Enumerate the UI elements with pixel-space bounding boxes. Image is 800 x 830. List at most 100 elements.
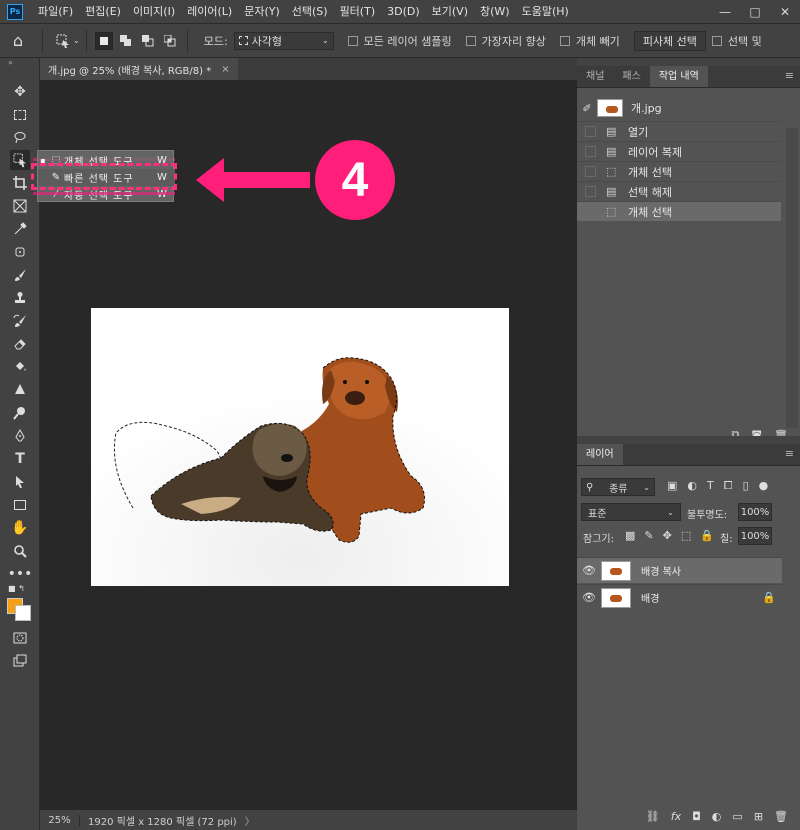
- menu-help[interactable]: 도움말(H): [516, 0, 575, 24]
- screen-mode-icon[interactable]: [10, 651, 30, 671]
- minimize-button[interactable]: —: [710, 0, 740, 24]
- close-button[interactable]: ✕: [770, 0, 800, 24]
- history-snapshot[interactable]: ✐ 개.jpg: [577, 94, 800, 122]
- menu-3d[interactable]: 3D(D): [381, 0, 426, 24]
- add-selection-button[interactable]: [117, 32, 135, 50]
- eraser-tool-icon[interactable]: [10, 334, 30, 354]
- enhance-edge-checkbox[interactable]: 가장자리 향상: [465, 33, 546, 49]
- opacity-field[interactable]: 100%: [738, 503, 772, 521]
- history-brush-source-box[interactable]: [585, 186, 596, 197]
- menu-window[interactable]: 창(W): [474, 0, 516, 24]
- menu-file[interactable]: 파일(F): [32, 0, 79, 24]
- tab-channels[interactable]: 채널: [577, 66, 613, 87]
- smart-object-filter-icon[interactable]: ▯: [743, 479, 749, 493]
- close-tab-icon[interactable]: ×: [221, 64, 229, 75]
- layer-filter-select[interactable]: ⚲ 종류 ⌄: [581, 478, 655, 496]
- fill-field[interactable]: 100%: [738, 527, 772, 545]
- new-selection-button[interactable]: [94, 31, 113, 50]
- subtract-selection-button[interactable]: [139, 32, 157, 50]
- mode-select[interactable]: 사각형 ⌄: [233, 31, 334, 50]
- paint-bucket-tool-icon[interactable]: [10, 357, 30, 377]
- path-selection-tool-icon[interactable]: [10, 472, 30, 492]
- history-brush-source-box[interactable]: [585, 146, 596, 157]
- background-color-swatch[interactable]: [15, 605, 31, 621]
- document-image[interactable]: [91, 308, 509, 586]
- select-subject-button[interactable]: 피사체 선택: [633, 30, 706, 51]
- menu-layer[interactable]: 레이어(L): [181, 0, 238, 24]
- dodge-tool-icon[interactable]: [10, 403, 30, 423]
- menu-edit[interactable]: 편집(E): [79, 0, 127, 24]
- layer-row[interactable]: 👁 배경 복사: [577, 557, 782, 583]
- rectangle-tool-icon[interactable]: [10, 495, 30, 515]
- dock-collapse-strip[interactable]: [577, 58, 800, 66]
- document-tab[interactable]: 개.jpg @ 25% (배경 복사, RGB/8) * ×: [40, 58, 238, 80]
- type-filter-icon[interactable]: T: [707, 479, 714, 493]
- crop-tool-icon[interactable]: [10, 173, 30, 193]
- move-tool-icon[interactable]: ✥: [10, 82, 30, 102]
- maximize-button[interactable]: □: [740, 0, 770, 24]
- tool-preset-picker[interactable]: ⌄: [55, 33, 80, 49]
- fx-icon[interactable]: fx: [671, 810, 681, 823]
- healing-brush-tool-icon[interactable]: [10, 242, 30, 262]
- lock-all-icon[interactable]: 🔒: [700, 529, 714, 542]
- history-state[interactable]: ⬚ 개체 선택: [577, 161, 781, 181]
- lasso-tool-icon[interactable]: [10, 128, 30, 148]
- history-state[interactable]: ▤ 레이어 복제: [577, 141, 781, 161]
- blend-mode-select[interactable]: 표준 ⌄: [581, 503, 681, 521]
- clone-stamp-tool-icon[interactable]: [10, 288, 30, 308]
- history-state[interactable]: ▤ 선택 해제: [577, 181, 781, 201]
- menu-select[interactable]: 선택(S): [286, 0, 334, 24]
- visibility-eye-icon[interactable]: 👁: [577, 591, 601, 604]
- lock-artboard-icon[interactable]: ⬚: [681, 529, 691, 542]
- menu-type[interactable]: 문자(Y): [238, 0, 286, 24]
- lock-position-icon[interactable]: ✥: [663, 529, 672, 542]
- history-brush-source-icon[interactable]: ✐: [577, 102, 597, 115]
- hand-tool-icon[interactable]: ✋: [10, 518, 30, 538]
- history-brush-tool-icon[interactable]: [10, 311, 30, 331]
- tab-layers[interactable]: 레이어: [577, 444, 623, 465]
- quick-mask-icon[interactable]: [10, 628, 30, 648]
- shape-filter-icon[interactable]: ⧠: [724, 479, 733, 493]
- pixel-filter-icon[interactable]: ▣: [667, 479, 677, 493]
- visibility-eye-icon[interactable]: 👁: [577, 564, 601, 577]
- collapse-icon[interactable]: »: [0, 58, 39, 68]
- lock-pixels-icon[interactable]: ✎: [644, 529, 653, 542]
- tab-history[interactable]: 작업 내역: [649, 66, 708, 87]
- history-scrollbar[interactable]: [786, 128, 798, 428]
- history-brush-source-box[interactable]: [585, 166, 596, 177]
- frame-tool-icon[interactable]: [10, 196, 30, 216]
- subtract-object-checkbox[interactable]: 개체 빼기: [559, 33, 620, 49]
- menu-filter[interactable]: 필터(T): [334, 0, 382, 24]
- marquee-tool-icon[interactable]: [10, 105, 30, 125]
- menu-image[interactable]: 이미지(I): [127, 0, 181, 24]
- sample-all-layers-checkbox[interactable]: 모든 레이어 샘플링: [347, 33, 452, 49]
- trash-icon[interactable]: 🗑: [774, 810, 788, 823]
- zoom-level[interactable]: 25%: [40, 814, 80, 826]
- history-brush-source-box[interactable]: [585, 206, 596, 217]
- menu-view[interactable]: 보기(V): [426, 0, 474, 24]
- zoom-tool-icon[interactable]: [10, 541, 30, 561]
- add-mask-icon[interactable]: ◘: [692, 810, 701, 823]
- chevron-right-icon[interactable]: 〉: [245, 813, 255, 828]
- adjustment-layer-icon[interactable]: ◐: [712, 810, 722, 823]
- adjustment-filter-icon[interactable]: ◐: [687, 479, 697, 493]
- intersect-selection-button[interactable]: [161, 32, 179, 50]
- type-tool-icon[interactable]: T: [10, 449, 30, 469]
- select-and-mask-button[interactable]: 선택 및: [711, 33, 762, 49]
- home-icon[interactable]: ⌂: [0, 31, 36, 50]
- history-state-current[interactable]: ⬚ 개체 선택: [577, 201, 781, 221]
- object-selection-tool-icon[interactable]: [10, 150, 30, 170]
- new-layer-icon[interactable]: ⊞: [754, 810, 763, 823]
- blur-tool-icon[interactable]: [10, 380, 30, 400]
- panel-menu-icon[interactable]: ≡: [785, 69, 794, 82]
- filter-toggle-icon[interactable]: ●: [759, 479, 769, 493]
- pen-tool-icon[interactable]: [10, 426, 30, 446]
- lock-transparent-icon[interactable]: ▩: [625, 529, 635, 542]
- layer-row[interactable]: 👁 배경 🔒: [577, 584, 782, 610]
- history-brush-source-box[interactable]: [585, 126, 596, 137]
- new-group-icon[interactable]: ▭: [732, 810, 742, 823]
- swap-colors-icon[interactable]: ■ ↰: [8, 584, 25, 593]
- tab-paths[interactable]: 패스: [613, 66, 649, 87]
- panel-menu-icon[interactable]: ≡: [785, 447, 794, 460]
- more-tools-icon[interactable]: •••: [8, 564, 33, 584]
